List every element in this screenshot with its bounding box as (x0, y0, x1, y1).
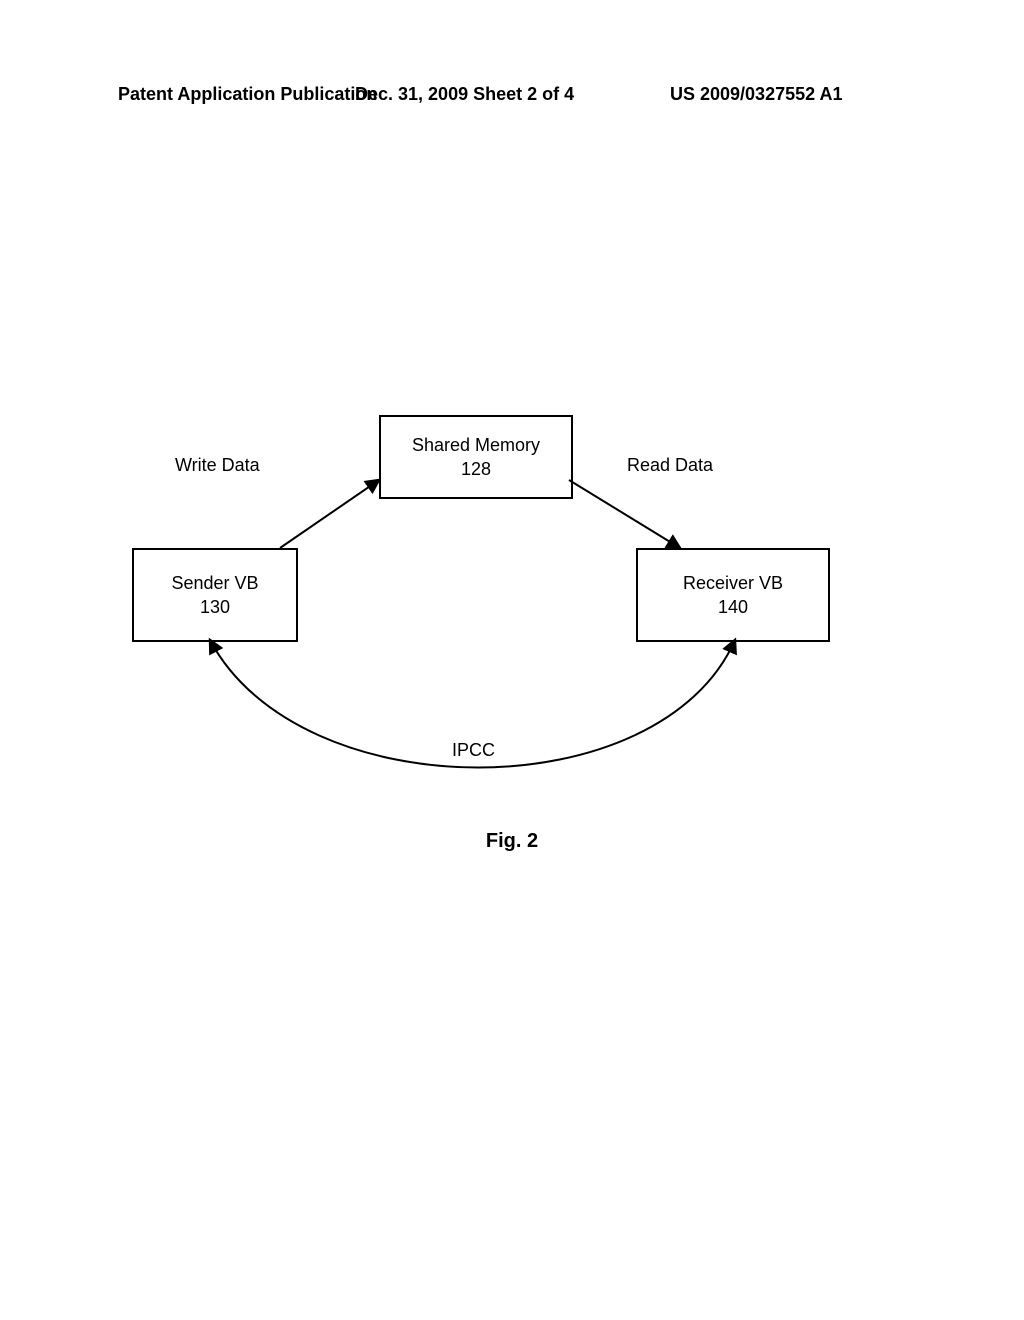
arrow-shared-to-receiver (569, 480, 680, 548)
header-left: Patent Application Publication (118, 84, 377, 105)
shared-memory-number: 128 (381, 457, 571, 481)
box-receiver-vb: Receiver VB 140 (636, 548, 830, 642)
label-ipcc: IPCC (452, 740, 495, 761)
page: Patent Application Publication Dec. 31, … (0, 0, 1024, 1320)
label-write-data: Write Data (175, 455, 260, 476)
header-right: US 2009/0327552 A1 (670, 84, 842, 105)
receiver-vb-title: Receiver VB (638, 571, 828, 595)
figure-caption: Fig. 2 (0, 830, 1024, 853)
box-shared-memory: Shared Memory 128 (379, 415, 573, 499)
sender-vb-title: Sender VB (134, 571, 296, 595)
diagram-connectors (0, 0, 1024, 1320)
arrow-sender-to-shared (280, 480, 379, 548)
sender-vb-number: 130 (134, 595, 296, 619)
label-read-data: Read Data (627, 455, 713, 476)
receiver-vb-number: 140 (638, 595, 828, 619)
box-sender-vb: Sender VB 130 (132, 548, 298, 642)
header-mid: Dec. 31, 2009 Sheet 2 of 4 (355, 84, 574, 105)
shared-memory-title: Shared Memory (381, 433, 571, 457)
